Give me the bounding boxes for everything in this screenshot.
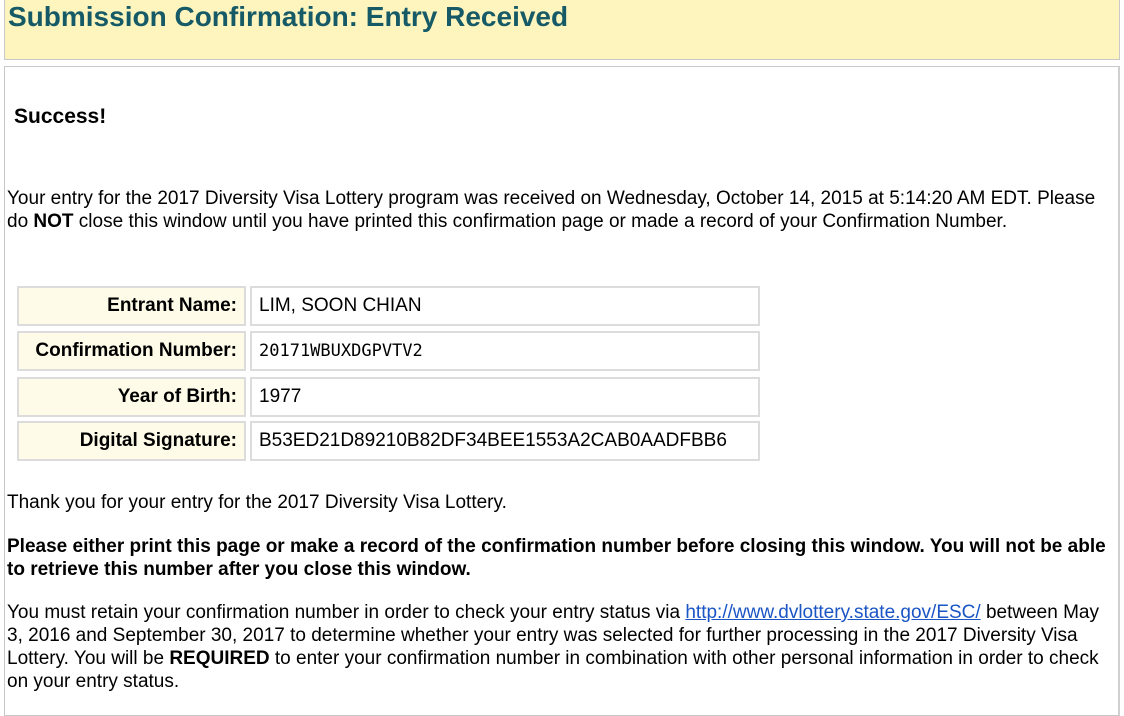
warning-paragraph: Please either print this page or make a … — [7, 536, 1106, 580]
confirmation-number-label: Confirmation Number: — [17, 331, 246, 371]
digital-signature-label: Digital Signature: — [17, 421, 246, 461]
entrant-name-label: Entrant Name: — [17, 286, 246, 326]
thanks-paragraph: Thank you for your entry for the 2017 Di… — [7, 492, 507, 513]
esc-status-link[interactable]: http://www.dvlottery.state.gov/ESC/ — [685, 602, 980, 623]
digital-signature-value: B53ED21D89210B82DF34BEE1553A2CAB0AADFBB6 — [250, 421, 760, 461]
intro-text-2: close this window until you have printed… — [73, 211, 1008, 232]
confirmation-number-value: 20171WBUXDGPVTV2 — [250, 331, 760, 371]
year-of-birth-value: 1977 — [250, 377, 760, 417]
retain-paragraph: You must retain your confirmation number… — [7, 601, 1119, 693]
page-title: Submission Confirmation: Entry Received — [8, 1, 569, 32]
year-of-birth-label: Year of Birth: — [17, 377, 246, 417]
intro-emphasis: NOT — [33, 211, 74, 232]
intro-paragraph: Your entry for the 2017 Diversity Visa L… — [7, 187, 1119, 233]
retain-text-1: You must retain your confirmation number… — [7, 602, 686, 623]
entrant-name-value: LIM, SOON CHIAN — [250, 286, 760, 326]
page-header: Submission Confirmation: Entry Received — [4, 0, 1120, 60]
retain-emphasis: REQUIRED — [169, 648, 270, 669]
success-heading: Success! — [14, 105, 107, 128]
